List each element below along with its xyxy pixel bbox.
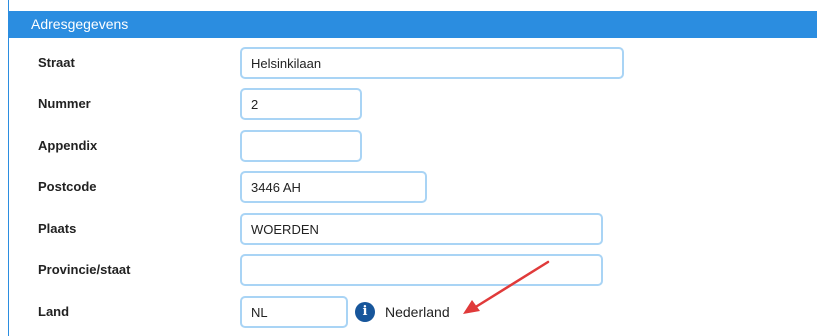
- label-straat: Straat: [38, 55, 75, 70]
- nummer-field[interactable]: [240, 88, 362, 120]
- label-appendix: Appendix: [38, 138, 98, 153]
- country-name: Nederland: [385, 304, 450, 320]
- label-nummer: Nummer: [38, 96, 91, 111]
- section-header: Adresgegevens: [9, 11, 817, 38]
- label-provincie: Provincie/staat: [38, 262, 131, 277]
- label-land: Land: [38, 304, 70, 319]
- provincie-field[interactable]: [240, 254, 603, 286]
- appendix-field[interactable]: [240, 130, 362, 162]
- info-icon[interactable]: i: [355, 302, 375, 322]
- land-field[interactable]: [240, 296, 348, 328]
- postcode-field[interactable]: [240, 171, 427, 203]
- label-postcode: Postcode: [38, 179, 97, 194]
- straat-field[interactable]: [240, 47, 624, 79]
- label-plaats: Plaats: [38, 221, 77, 236]
- plaats-field[interactable]: [240, 213, 603, 245]
